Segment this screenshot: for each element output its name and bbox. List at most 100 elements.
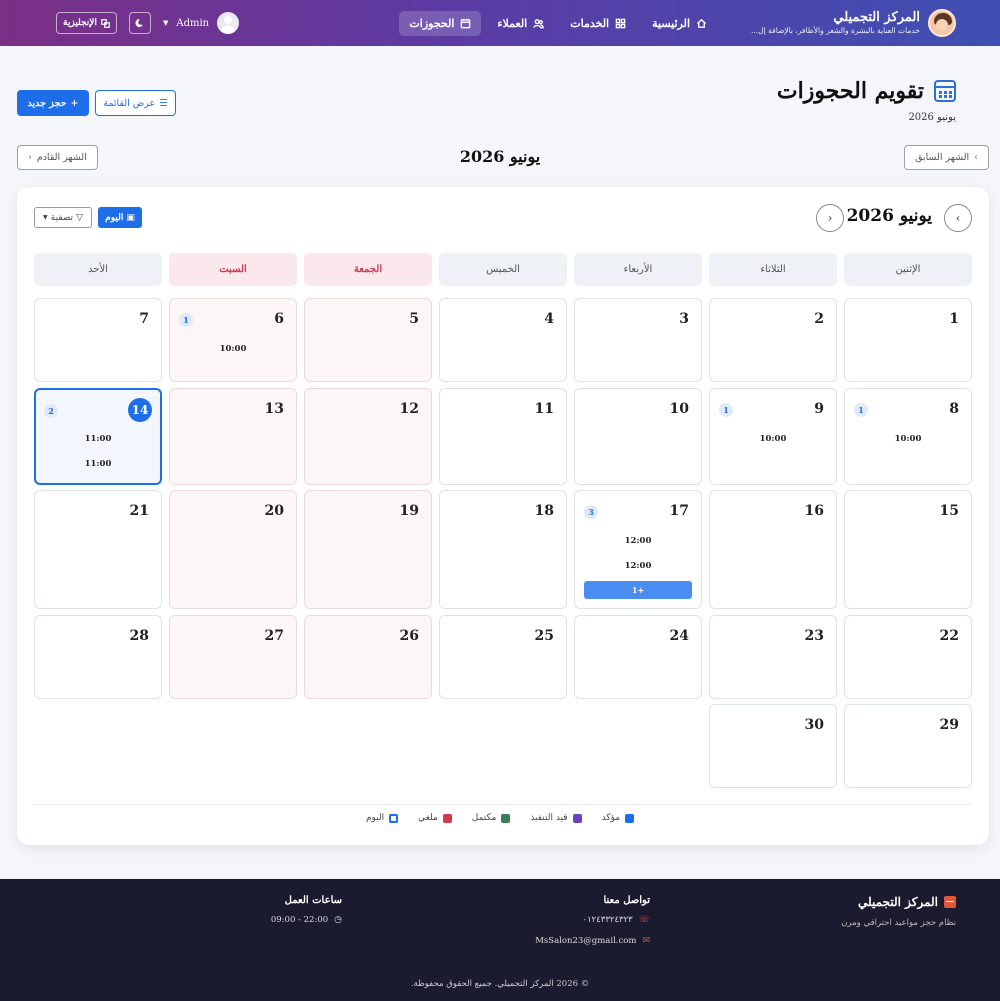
day-number: 7 <box>139 311 149 327</box>
calendar-day[interactable]: 15 <box>844 490 972 609</box>
booking-event[interactable]: 11:00 <box>36 459 160 469</box>
day-number: 10 <box>669 401 689 417</box>
booking-event[interactable]: 12:00 <box>575 536 701 546</box>
today-button[interactable]: ▣ اليوم <box>98 207 142 228</box>
footer: المركز التجميلي نظام حجز مواعيد احترافي … <box>0 879 1000 1001</box>
caret-down-icon: ▼ <box>43 214 48 221</box>
legend-label: مكتمل <box>471 813 497 823</box>
day-number: 6 <box>274 311 284 327</box>
weekday-header: الأربعاء <box>574 253 702 286</box>
booking-count-badge: 1 <box>179 313 193 327</box>
nav-link-home[interactable]: الرئيسية <box>642 11 717 36</box>
booking-event[interactable]: 10:00 <box>710 434 836 444</box>
more-bookings-button[interactable]: +1 <box>584 581 692 599</box>
booking-count-badge: 3 <box>584 505 598 519</box>
weekday-header: الإثنين <box>844 253 972 286</box>
booking-count-badge: 1 <box>854 403 868 417</box>
day-number: 19 <box>399 503 419 519</box>
day-number: 21 <box>129 503 149 519</box>
legend-swatch <box>625 813 635 823</box>
nav-link-bookings[interactable]: الحجوزات <box>399 10 482 36</box>
calendar-day[interactable]: 30 <box>709 704 837 788</box>
calendar-day[interactable]: 28 <box>34 615 162 699</box>
calendar-day[interactable]: 11 <box>439 388 567 485</box>
day-number: 4 <box>544 311 554 327</box>
day-number: 8 <box>949 401 959 417</box>
phone-number: ٠١٢٤٣٣٢٤٣٢٣ <box>582 915 633 925</box>
calendar-next-button[interactable]: ‹ <box>816 204 844 232</box>
status-legend: مؤكد قيد التنفيذ مكتمل ملغي اليوم <box>0 813 1000 823</box>
email-address: MsSalon23@gmail.com <box>535 936 637 946</box>
booking-count-badge: 1 <box>719 403 733 417</box>
legend-swatch <box>389 813 399 823</box>
calendar-day[interactable]: 12 <box>304 388 432 485</box>
calendar-day[interactable]: 22 <box>844 615 972 699</box>
calendar-day[interactable]: 26 <box>304 615 432 699</box>
filter-label: تصفية <box>50 212 74 223</box>
calendar-day[interactable]: 8 1 10:00 <box>844 388 972 485</box>
booking-event[interactable]: 10:00 <box>845 434 971 444</box>
language-button[interactable]: الإنجليزية <box>56 12 117 34</box>
calendar-day[interactable]: 6 1 10:00 <box>169 298 297 382</box>
legend-swatch <box>572 813 582 823</box>
calendar-day[interactable]: 16 <box>709 490 837 609</box>
theme-toggle-button[interactable] <box>128 12 151 34</box>
booking-event[interactable]: 10:00 <box>170 344 296 354</box>
footer-brand: المركز التجميلي <box>858 895 956 909</box>
calendar-day[interactable]: 4 <box>439 298 567 382</box>
nav-link-services[interactable]: الخدمات <box>560 11 636 36</box>
calendar-day[interactable]: 25 <box>439 615 567 699</box>
day-number: 15 <box>939 503 959 519</box>
calendar-day[interactable]: 17 3 12:00 12:00 +1 <box>574 490 702 609</box>
day-number: 20 <box>264 503 284 519</box>
brand-logo-icon <box>928 9 956 37</box>
new-booking-button[interactable]: + حجز جديد <box>17 90 89 116</box>
contact-email[interactable]: ✉ MsSalon23@gmail.com <box>535 936 650 946</box>
top-navbar: المركز التجميلي خدمات العناية بالبشرة وا… <box>0 0 1000 46</box>
brand-tagline: خدمات العناية بالبشرة والشعر والأظافر، ب… <box>751 26 920 36</box>
list-view-button[interactable]: ☰ عرض القائمة <box>95 90 176 116</box>
calendar-day[interactable]: 9 1 10:00 <box>709 388 837 485</box>
calendar-day[interactable]: 19 <box>304 490 432 609</box>
page-header: تقويم الحجوزات <box>777 78 956 104</box>
calendar-day[interactable]: 23 <box>709 615 837 699</box>
calendar-day[interactable]: 10 <box>574 388 702 485</box>
translate-icon <box>101 18 110 28</box>
user-avatar-icon <box>217 12 240 34</box>
day-number: 14 <box>128 398 152 422</box>
day-number: 13 <box>264 401 284 417</box>
booking-event[interactable]: 12:00 <box>575 561 701 571</box>
brand-name: المركز التجميلي <box>833 9 920 25</box>
admin-menu[interactable]: Admin ▼ <box>162 12 240 34</box>
hours-title: ساعات العمل <box>284 895 342 906</box>
nav-link-clients[interactable]: العملاء <box>487 11 554 36</box>
calendar-day[interactable]: 24 <box>574 615 702 699</box>
nav-link-label: الخدمات <box>570 16 610 30</box>
legend-label: مؤكد <box>601 813 621 823</box>
calendar-check-icon <box>944 896 956 908</box>
calendar-day[interactable]: 29 <box>844 704 972 788</box>
calendar-day[interactable]: 3 <box>574 298 702 382</box>
nav-link-label: العملاء <box>497 16 528 30</box>
calendar-day[interactable]: 5 <box>304 298 432 382</box>
brand[interactable]: المركز التجميلي خدمات العناية بالبشرة وا… <box>751 9 956 37</box>
calendar-day-today[interactable]: 14 2 11:00 11:00 <box>34 388 162 485</box>
calendar-day[interactable]: 21 <box>34 490 162 609</box>
calendar-day[interactable]: 18 <box>439 490 567 609</box>
calendar-day[interactable]: 1 <box>844 298 972 382</box>
calendar-day[interactable]: 13 <box>169 388 297 485</box>
day-number: 5 <box>409 311 419 327</box>
legend-label: ملغي <box>418 813 438 823</box>
calendar-day[interactable]: 2 <box>709 298 837 382</box>
day-number: 9 <box>814 401 824 417</box>
booking-event[interactable]: 11:00 <box>36 434 160 444</box>
calendar-day[interactable]: 27 <box>169 615 297 699</box>
day-number: 17 <box>669 503 689 519</box>
calendar-day[interactable]: 20 <box>169 490 297 609</box>
day-number: 26 <box>399 628 419 644</box>
calendar-prev-button[interactable]: › <box>944 204 972 232</box>
calendar-day[interactable]: 7 <box>34 298 162 382</box>
caret-down-icon: ▼ <box>162 19 169 27</box>
legend-item-cancelled: ملغي <box>418 813 452 823</box>
filter-button[interactable]: ▽ تصفية ▼ <box>34 207 92 228</box>
